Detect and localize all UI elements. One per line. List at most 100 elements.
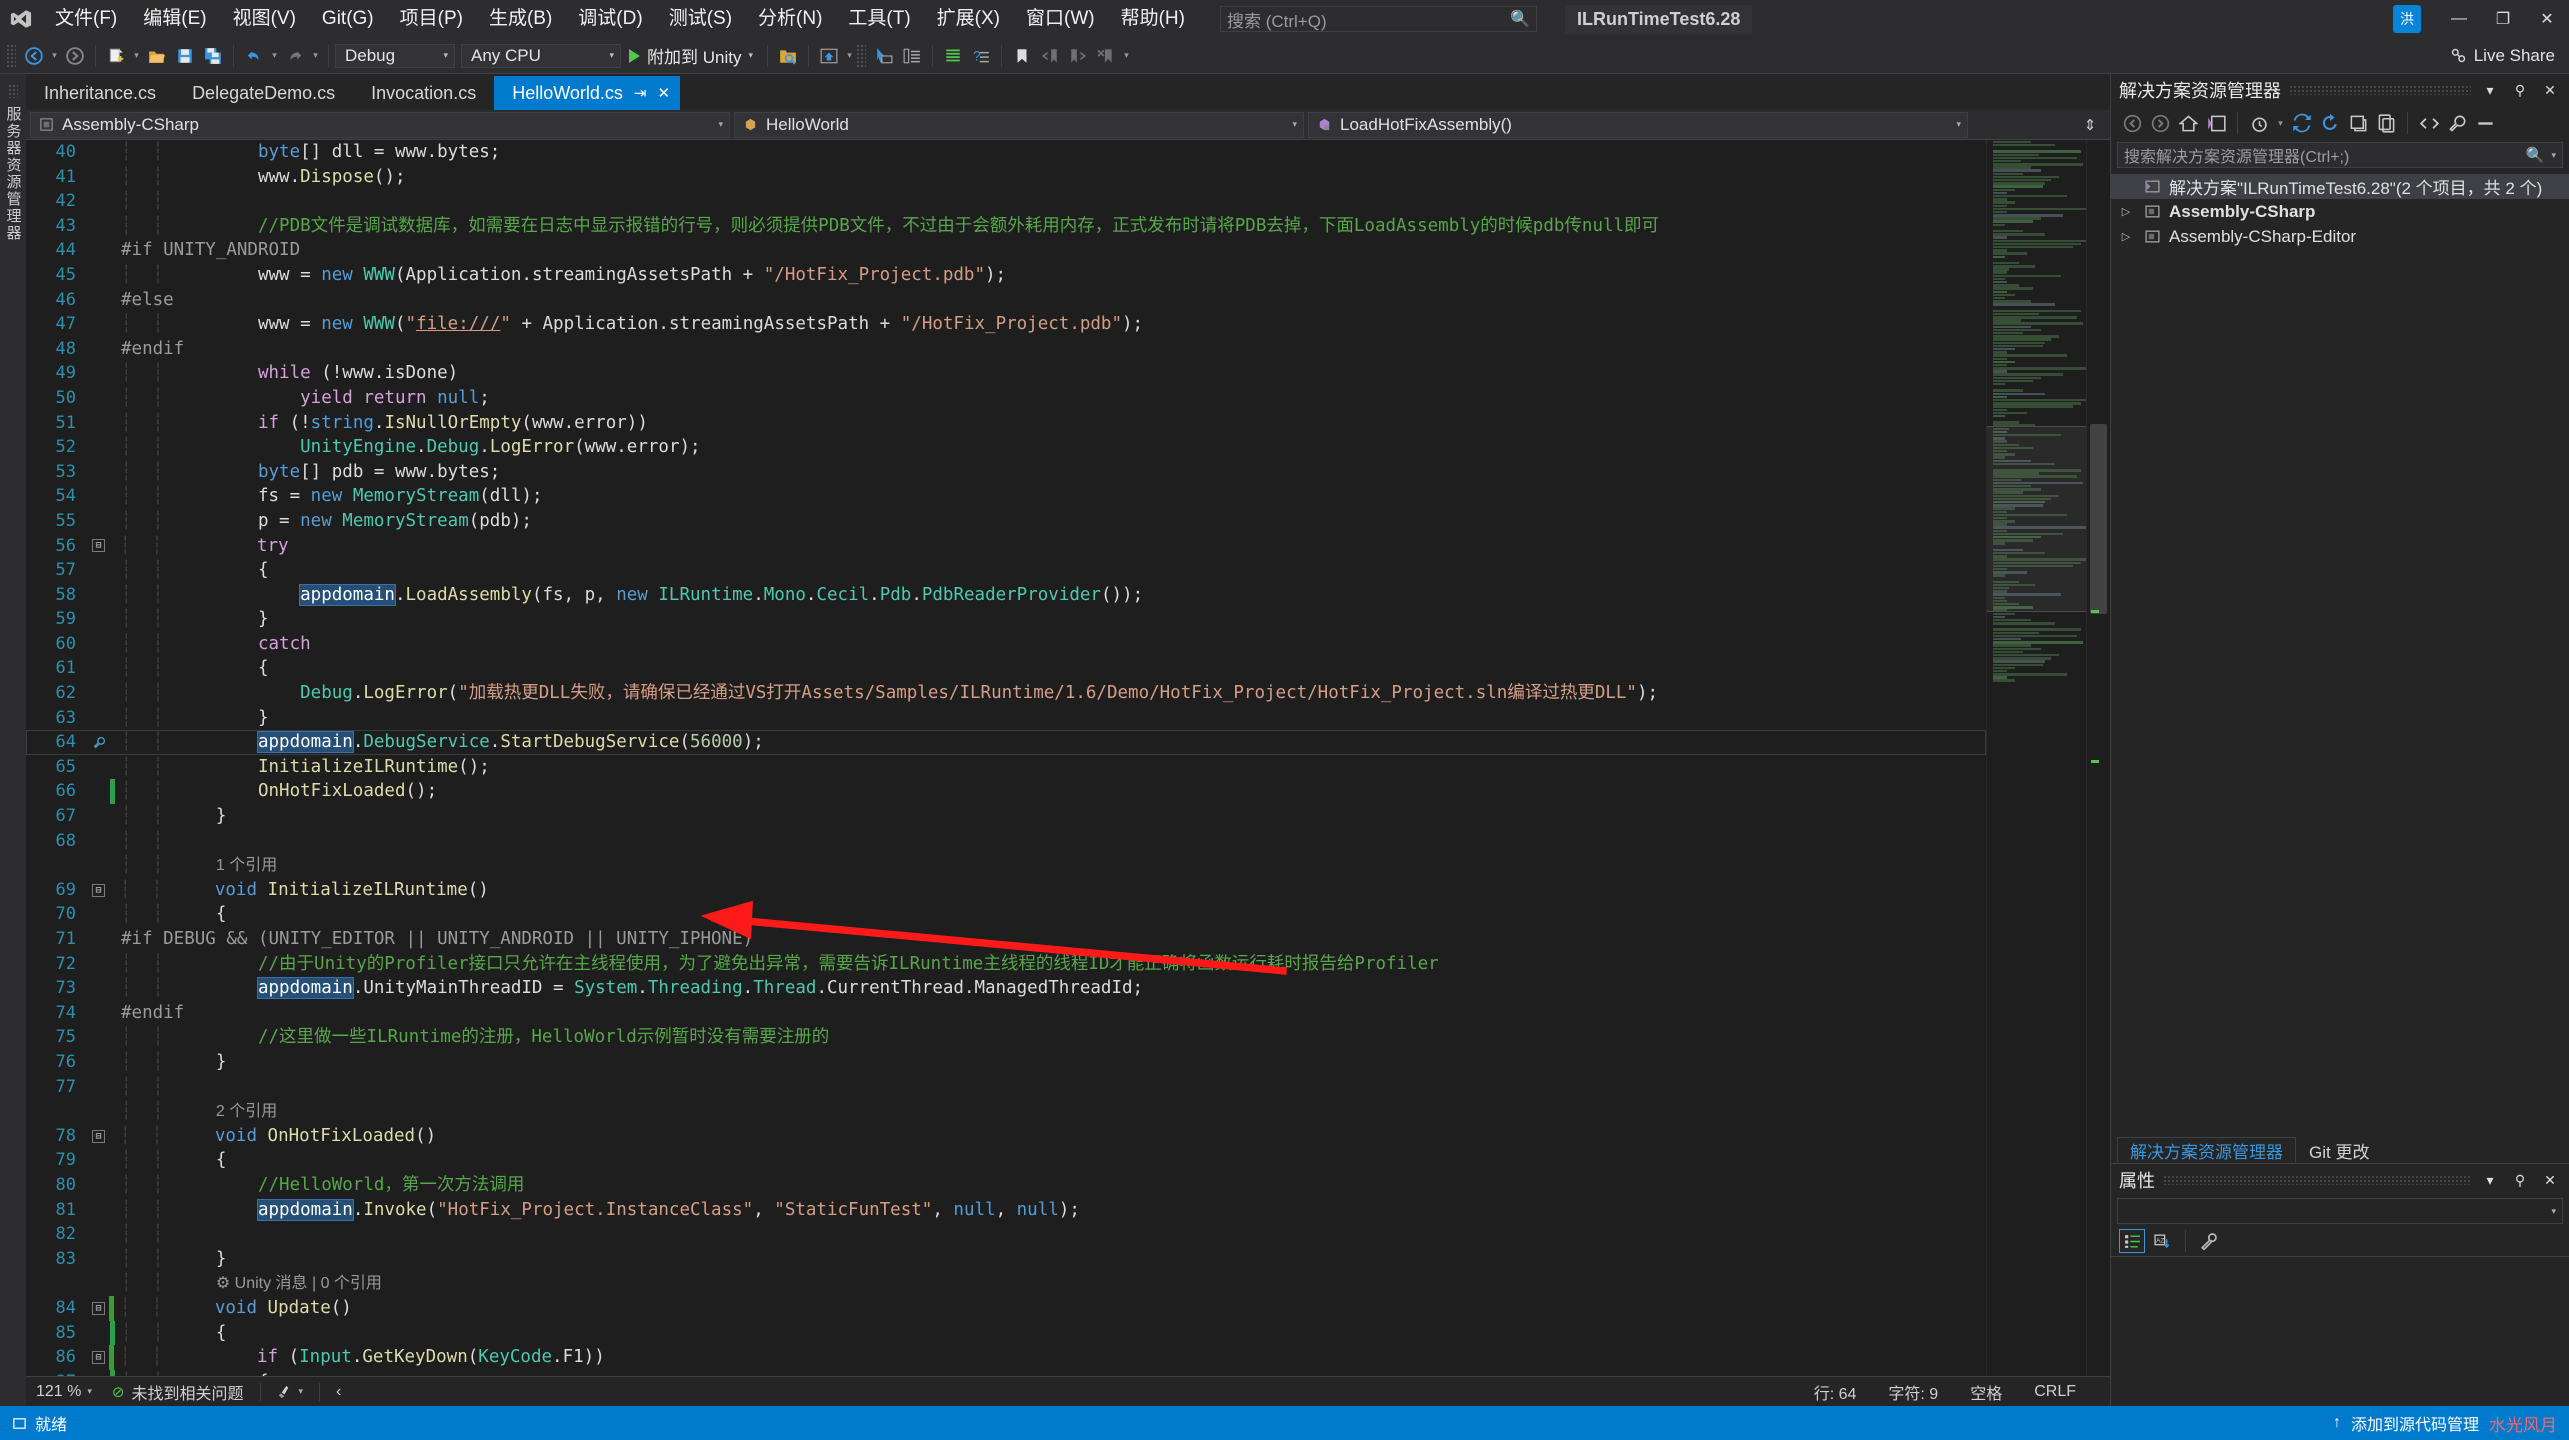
solution-configuration-select[interactable]: Debug ▾ [335, 44, 455, 68]
tab-delegatedemo-cs[interactable]: DelegateDemo.cs [174, 76, 353, 110]
code-line[interactable]: 53┆ ┆ byte[] pdb = www.bytes; [26, 460, 1986, 485]
minimize-button[interactable]: — [2437, 0, 2481, 38]
new-project-icon[interactable] [102, 42, 130, 70]
show-all-files-icon[interactable] [2373, 110, 2399, 136]
tree-node-assembly-csharp[interactable]: ▷ Assembly-CSharp [2111, 199, 2569, 224]
code-line[interactable]: 83┆ ┆ } [26, 1247, 1986, 1272]
navbar-type-select[interactable]: HelloWorld ▾ [734, 112, 1304, 138]
undo-icon[interactable] [240, 42, 268, 70]
toolbar-grip[interactable] [6, 44, 16, 68]
tab-inheritance-cs[interactable]: Inheritance.cs [26, 76, 174, 110]
add-to-source-control-label[interactable]: 添加到源代码管理 [2351, 1411, 2479, 1435]
save-all-icon[interactable] [199, 42, 227, 70]
previous-bookmark-icon[interactable] [1036, 42, 1064, 70]
minimap-viewport[interactable] [1987, 426, 2086, 612]
switch-views-icon[interactable] [2203, 110, 2229, 136]
navbar-member-select[interactable]: LoadHotFixAssembly() ▾ [1308, 112, 1968, 138]
fold-toggle-icon[interactable]: ⊟ [92, 539, 105, 552]
line-ending-indicator[interactable]: CRLF [2018, 1383, 2092, 1401]
code-line[interactable]: 80┆ ┆ //HelloWorld，第一次方法调用 [26, 1173, 1986, 1198]
menu-item-analyze[interactable]: 分析(N) [745, 0, 835, 38]
code-line[interactable]: 47┆ ┆ www = new WWW("file:///" + Applica… [26, 312, 1986, 337]
menu-item-git[interactable]: Git(G) [309, 0, 387, 38]
open-file-icon[interactable] [143, 42, 171, 70]
zoom-control[interactable]: 121 % ▾ [26, 1383, 102, 1401]
pending-changes-dropdown-icon[interactable]: ▾ [2274, 109, 2287, 137]
preview-selected-items-icon[interactable] [2472, 110, 2498, 136]
code-line[interactable]: 86⊟┆ ┆ if (Input.GetKeyDown(KeyCode.F1)) [26, 1345, 1986, 1370]
menu-item-project[interactable]: 项目(P) [387, 0, 476, 38]
split-editor-icon[interactable]: ⇕ [2070, 116, 2110, 134]
menu-item-file[interactable]: 文件(F) [42, 0, 130, 38]
code-line[interactable]: 52┆ ┆ UnityEngine.Debug.LogError(www.err… [26, 435, 1986, 460]
global-search-input[interactable]: 搜索 (Ctrl+Q) 🔍 [1220, 6, 1537, 32]
navigate-backward-icon[interactable] [20, 42, 48, 70]
scrollbar-thumb[interactable] [2090, 424, 2107, 614]
property-pages-icon[interactable] [2196, 1229, 2222, 1253]
code-line[interactable]: 65┆ ┆ InitializeILRuntime(); [26, 755, 1986, 780]
tree-node-solution[interactable]: 解决方案"ILRunTimeTest6.28"(2 个项目，共 2 个) [2111, 174, 2569, 199]
live-share-button[interactable]: Live Share [2450, 46, 2555, 66]
code-line[interactable]: 71#if DEBUG && (UNITY_EDITOR || UNITY_AN… [26, 927, 1986, 952]
code-line[interactable]: 44#if UNITY_ANDROID [26, 238, 1986, 263]
left-rail-grip[interactable] [8, 84, 18, 98]
expander-icon[interactable]: ▷ [2117, 205, 2135, 218]
tab-helloworld-cs[interactable]: HelloWorld.cs ⇥ ✕ [494, 76, 680, 110]
navbar-project-select[interactable]: Assembly-CSharp ▾ [30, 112, 730, 138]
code-line[interactable]: 67┆ ┆ } [26, 804, 1986, 829]
dock-tab-git-changes[interactable]: Git 更改 [2296, 1137, 2382, 1163]
forward-icon[interactable] [2147, 110, 2173, 136]
fold-toggle-icon[interactable]: ⊟ [92, 1302, 105, 1315]
save-icon[interactable] [171, 42, 199, 70]
refresh-icon[interactable] [2317, 110, 2343, 136]
panel-drag-handle[interactable] [2289, 85, 2471, 95]
pin-panel-icon[interactable]: ⚲ [2509, 1169, 2531, 1191]
sync-with-active-document-icon[interactable] [2289, 110, 2315, 136]
view-code-icon[interactable] [2416, 110, 2442, 136]
task-list-icon[interactable] [939, 42, 967, 70]
code-line[interactable]: 68┆ ┆ [26, 829, 1986, 854]
properties-grid[interactable] [2111, 1256, 2569, 1406]
collapse-all-icon[interactable] [2345, 110, 2371, 136]
close-panel-icon[interactable]: ✕ [2539, 1169, 2561, 1191]
code-line[interactable]: 48#endif [26, 337, 1986, 362]
solution-tree[interactable]: 解决方案"ILRunTimeTest6.28"(2 个项目，共 2 个) ▷ A… [2111, 172, 2569, 1133]
navigate-forward-icon[interactable] [61, 42, 89, 70]
back-icon[interactable] [2119, 110, 2145, 136]
code-line[interactable]: 74#endif [26, 1001, 1986, 1026]
categorized-view-icon[interactable] [2119, 1229, 2145, 1253]
alphabetical-view-icon[interactable]: AZ [2149, 1229, 2175, 1253]
pending-changes-icon[interactable] [2246, 110, 2272, 136]
redo-dropdown-icon[interactable]: ▾ [309, 42, 322, 70]
code-line[interactable]: 59┆ ┆ } [26, 607, 1986, 632]
properties-window-icon[interactable] [898, 42, 926, 70]
solution-explorer-search-input[interactable]: 搜索解决方案资源管理器(Ctrl+;) 🔍 ▾ [2117, 142, 2563, 168]
code-line[interactable]: 82┆ ┆ [26, 1222, 1986, 1247]
menu-item-test[interactable]: 测试(S) [656, 0, 745, 38]
code-line[interactable]: 61┆ ┆ { [26, 656, 1986, 681]
code-line[interactable]: 58┆ ┆ appdomain.LoadAssembly(fs, p, new … [26, 583, 1986, 608]
code-line[interactable]: 57┆ ┆ { [26, 558, 1986, 583]
menu-item-help[interactable]: 帮助(H) [1108, 0, 1198, 38]
properties-drag-handle[interactable] [2163, 1175, 2471, 1185]
code-lens-row[interactable]: ┆ ┆ ⚙ Unity 消息 | 0 个引用 [26, 1271, 1986, 1296]
code-line[interactable]: 69⊟┆ ┆ void InitializeILRuntime() [26, 878, 1986, 903]
close-panel-icon[interactable]: ✕ [2539, 79, 2561, 101]
code-line[interactable]: 77┆ ┆ [26, 1075, 1986, 1100]
horizontal-scroll-left[interactable]: ‹ [326, 1383, 351, 1401]
panel-menu-icon[interactable]: ▾ [2479, 1169, 2501, 1191]
code-lens-row[interactable]: ┆ ┆ 2 个引用 [26, 1099, 1986, 1124]
menu-item-edit[interactable]: 编辑(E) [130, 0, 219, 38]
select-window-icon[interactable] [870, 42, 898, 70]
menu-item-extensions[interactable]: 扩展(X) [924, 0, 1013, 38]
solution-platform-select[interactable]: Any CPU ▾ [461, 44, 621, 68]
undo-dropdown-icon[interactable]: ▾ [268, 42, 281, 70]
code-line[interactable]: 73┆ ┆ appdomain.UnityMainThreadID = Syst… [26, 976, 1986, 1001]
code-line[interactable]: 51┆ ┆ if (!string.IsNullOrEmpty(www.erro… [26, 411, 1986, 436]
editor-minimap[interactable] [1986, 140, 2086, 1376]
bookmark-icon[interactable] [88, 736, 110, 749]
code-line[interactable]: 54┆ ┆ fs = new MemoryStream(dll); [26, 484, 1986, 509]
code-line[interactable]: 62┆ ┆ Debug.LogError("加载热更DLL失败，请确保已经通过V… [26, 681, 1986, 706]
chevron-down-icon[interactable]: ▾ [2551, 150, 2556, 161]
code-line[interactable]: 70┆ ┆ { [26, 902, 1986, 927]
